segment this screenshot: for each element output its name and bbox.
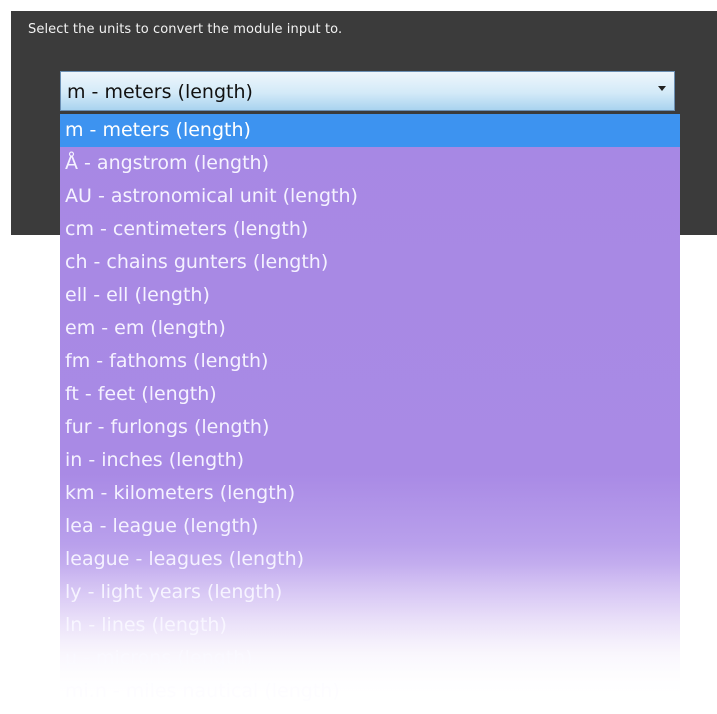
units-options: m - meters (length) Å - angstrom (length… xyxy=(60,114,680,708)
unit-option[interactable]: league - leagues (length) xyxy=(60,543,680,576)
unit-option[interactable]: fm - fathoms (length) xyxy=(60,345,680,378)
units-select-value: m - meters (length) xyxy=(67,81,253,103)
unit-option[interactable]: fur - furlongs (length) xyxy=(60,411,680,444)
unit-option[interactable]: em - em (length) xyxy=(60,312,680,345)
prompt-label: Select the units to convert the module i… xyxy=(28,22,343,37)
triangle-down-icon[interactable] xyxy=(658,86,666,91)
units-select[interactable]: m - meters (length) xyxy=(60,71,675,111)
unit-option[interactable]: Å - angstrom (length) xyxy=(60,147,680,180)
unit-option[interactable]: ell - ell (length) xyxy=(60,279,680,312)
unit-option[interactable]: m - meters (length) xyxy=(60,114,680,147)
unit-option[interactable]: in - inches (length) xyxy=(60,444,680,477)
unit-option[interactable]: mi.n - miles nautical (length) xyxy=(60,675,680,708)
unit-option[interactable]: µ - microns (length) xyxy=(60,642,680,675)
unit-option[interactable]: AU - astronomical unit (length) xyxy=(60,180,680,213)
unit-option[interactable]: ft - feet (length) xyxy=(60,378,680,411)
unit-option[interactable]: km - kilometers (length) xyxy=(60,477,680,510)
unit-option[interactable]: cm - centimeters (length) xyxy=(60,213,680,246)
unit-option[interactable]: ch - chains gunters (length) xyxy=(60,246,680,279)
unit-option[interactable]: ln - lines (length) xyxy=(60,609,680,642)
unit-option[interactable]: lea - league (length) xyxy=(60,510,680,543)
unit-option[interactable]: ly - light years (length) xyxy=(60,576,680,609)
units-dropdown-list[interactable]: m - meters (length) Å - angstrom (length… xyxy=(60,114,680,714)
